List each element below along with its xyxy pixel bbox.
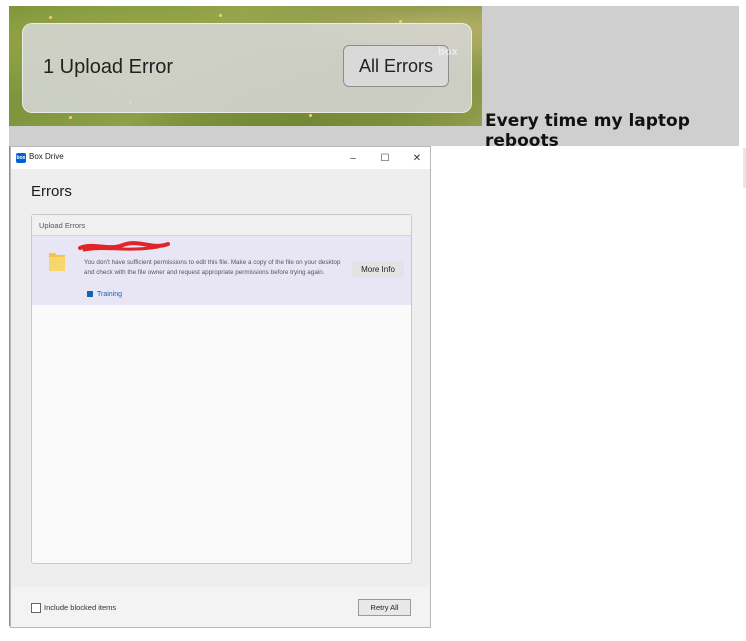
panel-header-label: Upload Errors (39, 221, 86, 230)
window-footer: Include blocked items Retry All (11, 587, 430, 627)
box-app-icon: box (16, 153, 26, 163)
title-bar[interactable]: box Box Drive – ☐ ✕ (11, 147, 430, 169)
include-blocked-label[interactable]: Include blocked items (44, 603, 116, 612)
include-blocked-checkbox[interactable] (31, 603, 41, 613)
folder-link[interactable]: Training (87, 291, 122, 298)
folder-tag-icon (87, 291, 93, 297)
panel-header: Upload Errors (32, 215, 411, 236)
folder-icon (49, 253, 65, 271)
divider-strip (9, 126, 482, 146)
desktop-background: 1 Upload Error All Errors box (9, 6, 482, 126)
upload-error-toast[interactable]: 1 Upload Error All Errors box (22, 23, 472, 113)
more-info-button[interactable]: More Info (352, 261, 404, 278)
redacted-filename (78, 241, 170, 252)
retry-all-button[interactable]: Retry All (358, 599, 411, 616)
error-message: You don't have sufficient permissions to… (84, 259, 341, 276)
caption-text: Every time my laptop reboots (485, 111, 690, 151)
minimize-button[interactable]: – (345, 150, 361, 166)
page-title: Errors (31, 183, 72, 200)
error-list-item[interactable]: You don't have sufficient permissions to… (32, 236, 411, 305)
close-button[interactable]: ✕ (409, 150, 425, 166)
window-title: Box Drive (29, 152, 64, 161)
all-errors-button[interactable]: All Errors (343, 45, 449, 87)
folder-name: Training (97, 291, 123, 298)
upload-errors-panel: Upload Errors You don't have sufficient … (31, 214, 412, 564)
box-logo-watermark: box (438, 46, 458, 58)
box-drive-window: box Box Drive – ☐ ✕ Errors Upload Errors… (10, 146, 431, 628)
toast-title: 1 Upload Error (43, 56, 174, 78)
maximize-button[interactable]: ☐ (377, 150, 393, 166)
